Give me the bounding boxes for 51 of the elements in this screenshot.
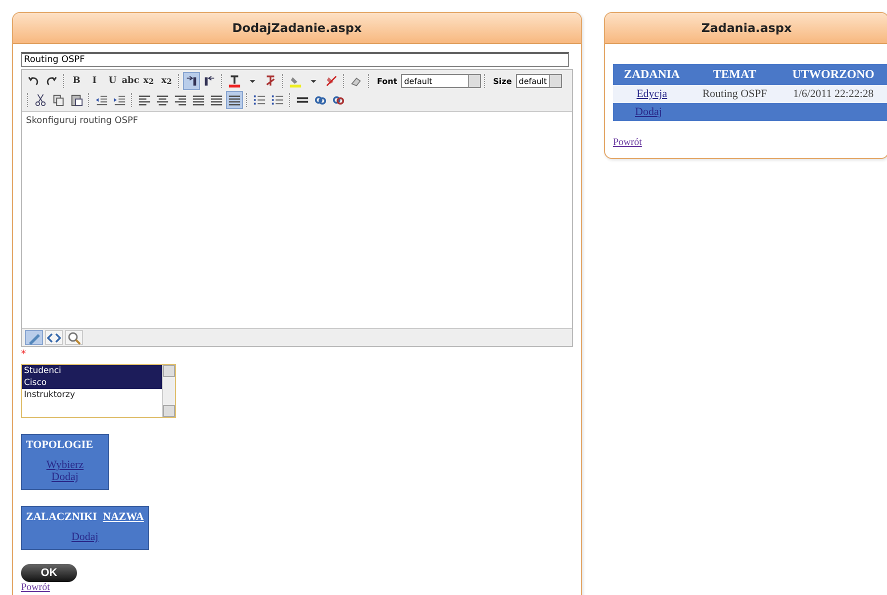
list-option[interactable]: Studenci xyxy=(22,365,162,377)
sort-link[interactable]: NAZWA xyxy=(102,511,144,523)
list-option[interactable]: Cisco xyxy=(22,377,162,389)
preview-mode-button[interactable] xyxy=(65,330,83,345)
align-center-icon xyxy=(156,93,169,107)
dropdown[interactable]: default xyxy=(516,74,562,88)
align-full-icon xyxy=(228,93,241,107)
align-justify-icon xyxy=(192,93,205,107)
toolbar-label: Size xyxy=(493,76,512,86)
list-option[interactable]: Instruktorzy xyxy=(22,389,162,401)
panel-title: DodajZadanie.aspx xyxy=(13,13,581,44)
outdent-icon xyxy=(95,93,108,107)
format-button[interactable]: U xyxy=(104,72,121,90)
back-link[interactable]: Powrót xyxy=(21,582,50,593)
undo-icon xyxy=(27,74,40,88)
ok-button[interactable]: OK xyxy=(21,564,77,582)
align-full-button[interactable] xyxy=(226,91,243,109)
align-block-icon xyxy=(210,93,223,107)
ltr-button[interactable] xyxy=(183,72,200,90)
html-mode-button[interactable] xyxy=(45,330,63,345)
align-left-icon xyxy=(138,93,151,107)
remove-highlight-icon xyxy=(325,74,338,88)
bullet-list-icon xyxy=(271,93,284,107)
cut-icon xyxy=(34,93,47,107)
table-cell: Routing OSPF xyxy=(690,85,779,103)
groups-listbox[interactable]: Studenci Cisco Instruktorzy xyxy=(21,364,176,418)
align-right-icon xyxy=(174,93,187,107)
back-link[interactable]: Powrót xyxy=(613,137,887,148)
table-cell: 1/6/2011 22:22:28 xyxy=(778,85,887,103)
subject-field[interactable]: Routing OSPF xyxy=(21,52,569,67)
column-header: ZADANIA xyxy=(613,64,691,85)
format-button[interactable]: abc xyxy=(122,72,139,90)
column-header: TEMAT xyxy=(690,64,779,85)
format-button[interactable]: I xyxy=(86,72,103,90)
link[interactable]: Edycja xyxy=(636,88,668,100)
redo-icon xyxy=(45,74,58,88)
paste-icon xyxy=(70,93,83,107)
ordered-list-icon xyxy=(253,93,266,107)
section-header: TOPOLOGIE xyxy=(26,439,94,451)
copy-icon xyxy=(52,93,65,107)
required-mark: * xyxy=(21,349,26,360)
remove-color-icon xyxy=(264,74,277,88)
format-button[interactable]: B xyxy=(68,72,85,90)
panel-title: Zadania.aspx xyxy=(605,13,887,44)
toolbar-label: Font xyxy=(377,76,398,86)
indent-icon xyxy=(113,93,126,107)
section-header: ZALACZNIKI xyxy=(26,511,97,523)
editor-text[interactable]: Skonfiguruj routing OSPF xyxy=(22,112,572,328)
dropdown[interactable]: default xyxy=(401,74,482,88)
column-header: UTWORZONO xyxy=(778,64,887,85)
text-color-icon xyxy=(228,74,241,88)
